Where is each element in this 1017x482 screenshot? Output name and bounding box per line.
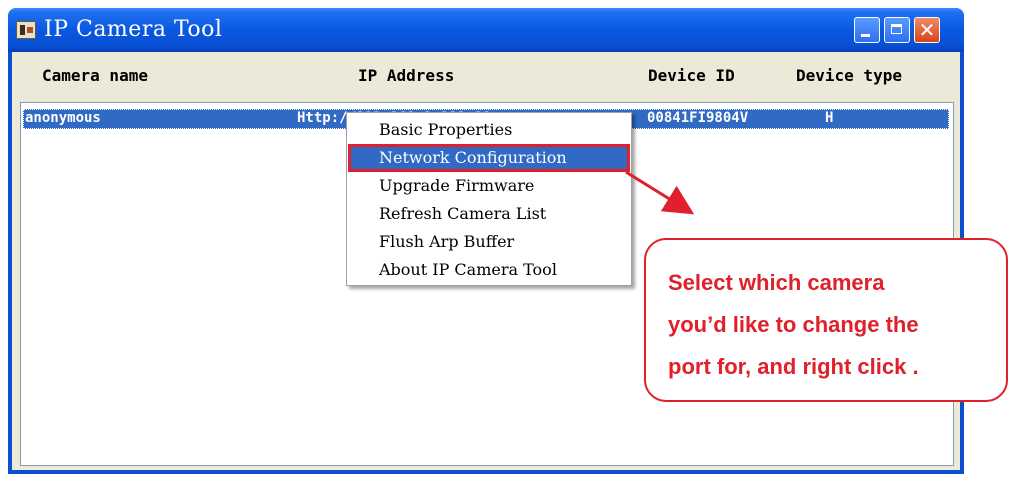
instruction-callout: Select which camera you’d like to change… [644,238,1008,402]
window-title: IP Camera Tool [44,17,223,42]
maximize-button[interactable] [884,17,910,43]
camera-tool-app-icon[interactable] [16,21,36,39]
menu-item-flush-arp-buffer[interactable]: Flush Arp Buffer [349,229,629,255]
camera-context-menu: Basic Properties Network Configuration U… [346,112,632,286]
column-header-row: Camera name IP Address Device ID Device … [12,52,960,98]
column-header-camera-name[interactable]: Camera name [42,66,148,85]
close-button[interactable]: ✕ [914,17,940,43]
close-icon: ✕ [918,18,936,42]
menu-item-network-configuration[interactable]: Network Configuration [348,144,630,172]
column-header-device-type[interactable]: Device type [796,66,902,85]
callout-line-1: Select which camera [668,270,885,295]
device-type-cell: H [825,110,834,126]
menu-item-refresh-camera-list[interactable]: Refresh Camera List [349,201,629,227]
menu-item-upgrade-firmware[interactable]: Upgrade Firmware [349,173,629,199]
title-bar[interactable]: IP Camera Tool ✕ [8,8,964,52]
device-id-cell: 00841FI9804V [647,110,749,126]
callout-line-3: port for, and right click . [668,354,919,379]
camera-name-cell: anonymous [25,110,101,126]
callout-line-2: you’d like to change the [668,312,919,337]
minimize-button[interactable] [854,17,880,43]
column-header-ip-address[interactable]: IP Address [358,66,454,85]
menu-item-basic-properties[interactable]: Basic Properties [349,117,629,143]
column-header-device-id[interactable]: Device ID [648,66,735,85]
menu-item-about-ip-camera-tool[interactable]: About IP Camera Tool [349,257,629,283]
